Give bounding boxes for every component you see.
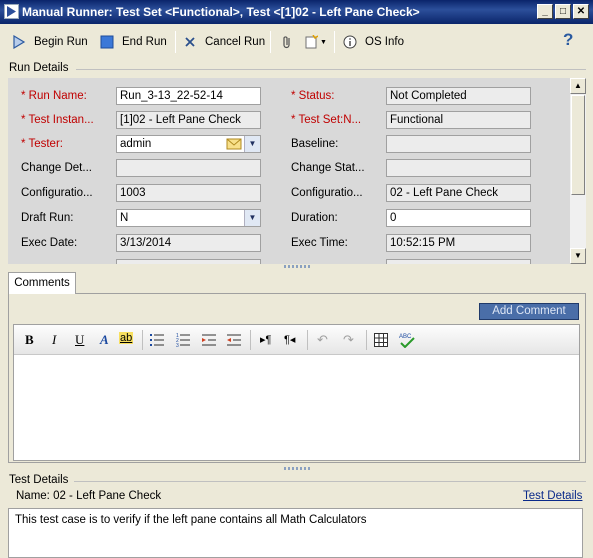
indent-icon[interactable]: [202, 333, 216, 351]
dropdown-arrow-icon: ▼: [320, 38, 327, 46]
run-details-header: Run Details: [9, 62, 69, 74]
change-status-field[interactable]: [386, 159, 531, 177]
chevron-down-icon[interactable]: ▼: [244, 136, 260, 152]
begin-run-label: Begin Run: [34, 36, 88, 48]
attach-button[interactable]: [280, 32, 302, 52]
run-name-field[interactable]: Run_3-13_22-52-14: [116, 87, 261, 105]
svg-text:3: 3: [176, 343, 179, 347]
rtl-icon[interactable]: ¶◂: [284, 333, 295, 346]
scroll-down-icon[interactable]: ▼: [570, 248, 586, 264]
test-details-header: Test Details: [9, 474, 69, 486]
os-info-button[interactable]: OS Info: [343, 32, 404, 52]
bullet-list-icon[interactable]: [150, 333, 164, 351]
os-info-label: OS Info: [365, 36, 404, 48]
configuration-name-label: Configuratio...: [291, 187, 363, 199]
exec-date-label: Exec Date:: [21, 237, 78, 249]
test-set-label: * Test Set:N...: [291, 114, 362, 126]
tester-label: * Tester:: [21, 138, 63, 150]
test-set-field[interactable]: Functional: [386, 111, 531, 129]
begin-run-button[interactable]: Begin Run: [12, 32, 88, 52]
highlight-button[interactable]: ab: [119, 332, 134, 344]
end-run-label: End Run: [122, 36, 167, 48]
comment-editor[interactable]: B I U A ab 123 ▸¶ ¶◂ ↶ ↷ ABC: [13, 324, 580, 461]
email-icon[interactable]: [226, 137, 242, 152]
undo-icon[interactable]: ↶: [317, 332, 328, 348]
configuration-id-label: Configuratio...: [21, 187, 93, 199]
test-name: Name: 02 - Left Pane Check: [16, 490, 162, 502]
add-comment-button[interactable]: Add Comment: [479, 303, 579, 320]
paperclip-icon: [280, 35, 294, 49]
toolbar: Begin Run End Run Cancel Run ▼ OS Info ?: [0, 28, 593, 56]
test-description: This test case is to verify if the left …: [8, 508, 583, 558]
run-details-form: * Run Name: Run_3-13_22-52-14 * Status: …: [8, 78, 570, 264]
new-item-button[interactable]: ▼: [304, 32, 327, 52]
tester-field[interactable]: admin ▼: [116, 135, 261, 153]
test-details-link[interactable]: Test Details: [523, 490, 582, 502]
form-scrollbar[interactable]: ▲ ▼: [570, 78, 586, 264]
help-icon[interactable]: ?: [563, 30, 573, 50]
outdent-icon[interactable]: [227, 333, 241, 351]
format-toolbar: B I U A ab 123 ▸¶ ¶◂ ↶ ↷ ABC: [14, 325, 579, 355]
run-name-label: * Run Name:: [21, 90, 87, 102]
close-button[interactable]: ✕: [573, 4, 589, 19]
baseline-label: Baseline:: [291, 138, 339, 150]
app-icon: [4, 4, 19, 19]
partial-field: [386, 259, 531, 264]
duration-label: Duration:: [291, 212, 338, 224]
exec-time-label: Exec Time:: [291, 237, 348, 249]
partial-field: [116, 259, 261, 264]
play-icon: [12, 34, 26, 50]
title-bar[interactable]: Manual Runner: Test Set <Functional>, Te…: [0, 0, 593, 24]
cancel-run-label: Cancel Run: [205, 36, 266, 48]
exec-time-field[interactable]: 10:52:15 PM: [386, 234, 531, 252]
end-run-button[interactable]: End Run: [100, 32, 167, 52]
test-instance-field[interactable]: [1]02 - Left Pane Check: [116, 111, 261, 129]
draft-run-select[interactable]: N ▼: [116, 209, 261, 227]
table-icon[interactable]: [374, 333, 388, 351]
test-instance-label: * Test Instan...: [21, 114, 94, 126]
numbered-list-icon[interactable]: 123: [176, 333, 190, 351]
draft-run-label: Draft Run:: [21, 212, 74, 224]
splitter-handle[interactable]: [284, 467, 310, 470]
window-title: Manual Runner: Test Set <Functional>, Te…: [22, 5, 420, 19]
font-color-button[interactable]: A: [100, 332, 109, 348]
draft-run-value: N: [120, 212, 129, 224]
scroll-up-icon[interactable]: ▲: [570, 78, 586, 94]
italic-button[interactable]: I: [52, 332, 56, 348]
spell-check-icon[interactable]: ABC: [398, 332, 416, 352]
stop-icon: [100, 35, 114, 49]
tab-comments[interactable]: Comments: [8, 272, 76, 294]
exec-date-field[interactable]: 3/13/2014: [116, 234, 261, 252]
new-document-icon: [304, 34, 319, 49]
maximize-button[interactable]: □: [555, 4, 571, 19]
info-icon: [343, 35, 357, 49]
ltr-icon[interactable]: ▸¶: [260, 333, 271, 346]
underline-button[interactable]: U: [75, 332, 84, 348]
cancel-icon: [184, 35, 198, 49]
change-status-label: Change Stat...: [291, 162, 365, 174]
scroll-thumb[interactable]: [571, 95, 585, 195]
minimize-button[interactable]: _: [537, 4, 553, 19]
change-detail-label: Change Det...: [21, 162, 92, 174]
chevron-down-icon[interactable]: ▼: [244, 210, 260, 226]
status-field[interactable]: Not Completed: [386, 87, 531, 105]
redo-icon[interactable]: ↷: [343, 332, 354, 348]
configuration-id-field[interactable]: 1003: [116, 184, 261, 202]
splitter-handle[interactable]: [284, 265, 310, 268]
spell-check-text: ABC: [399, 334, 412, 340]
duration-field[interactable]: 0: [386, 209, 531, 227]
configuration-name-field[interactable]: 02 - Left Pane Check: [386, 184, 531, 202]
status-label: * Status:: [291, 90, 335, 102]
bold-button[interactable]: B: [25, 332, 34, 348]
tester-value: admin: [120, 138, 152, 150]
change-detail-field[interactable]: [116, 159, 261, 177]
cancel-run-button[interactable]: Cancel Run: [184, 32, 265, 52]
baseline-field[interactable]: [386, 135, 531, 153]
